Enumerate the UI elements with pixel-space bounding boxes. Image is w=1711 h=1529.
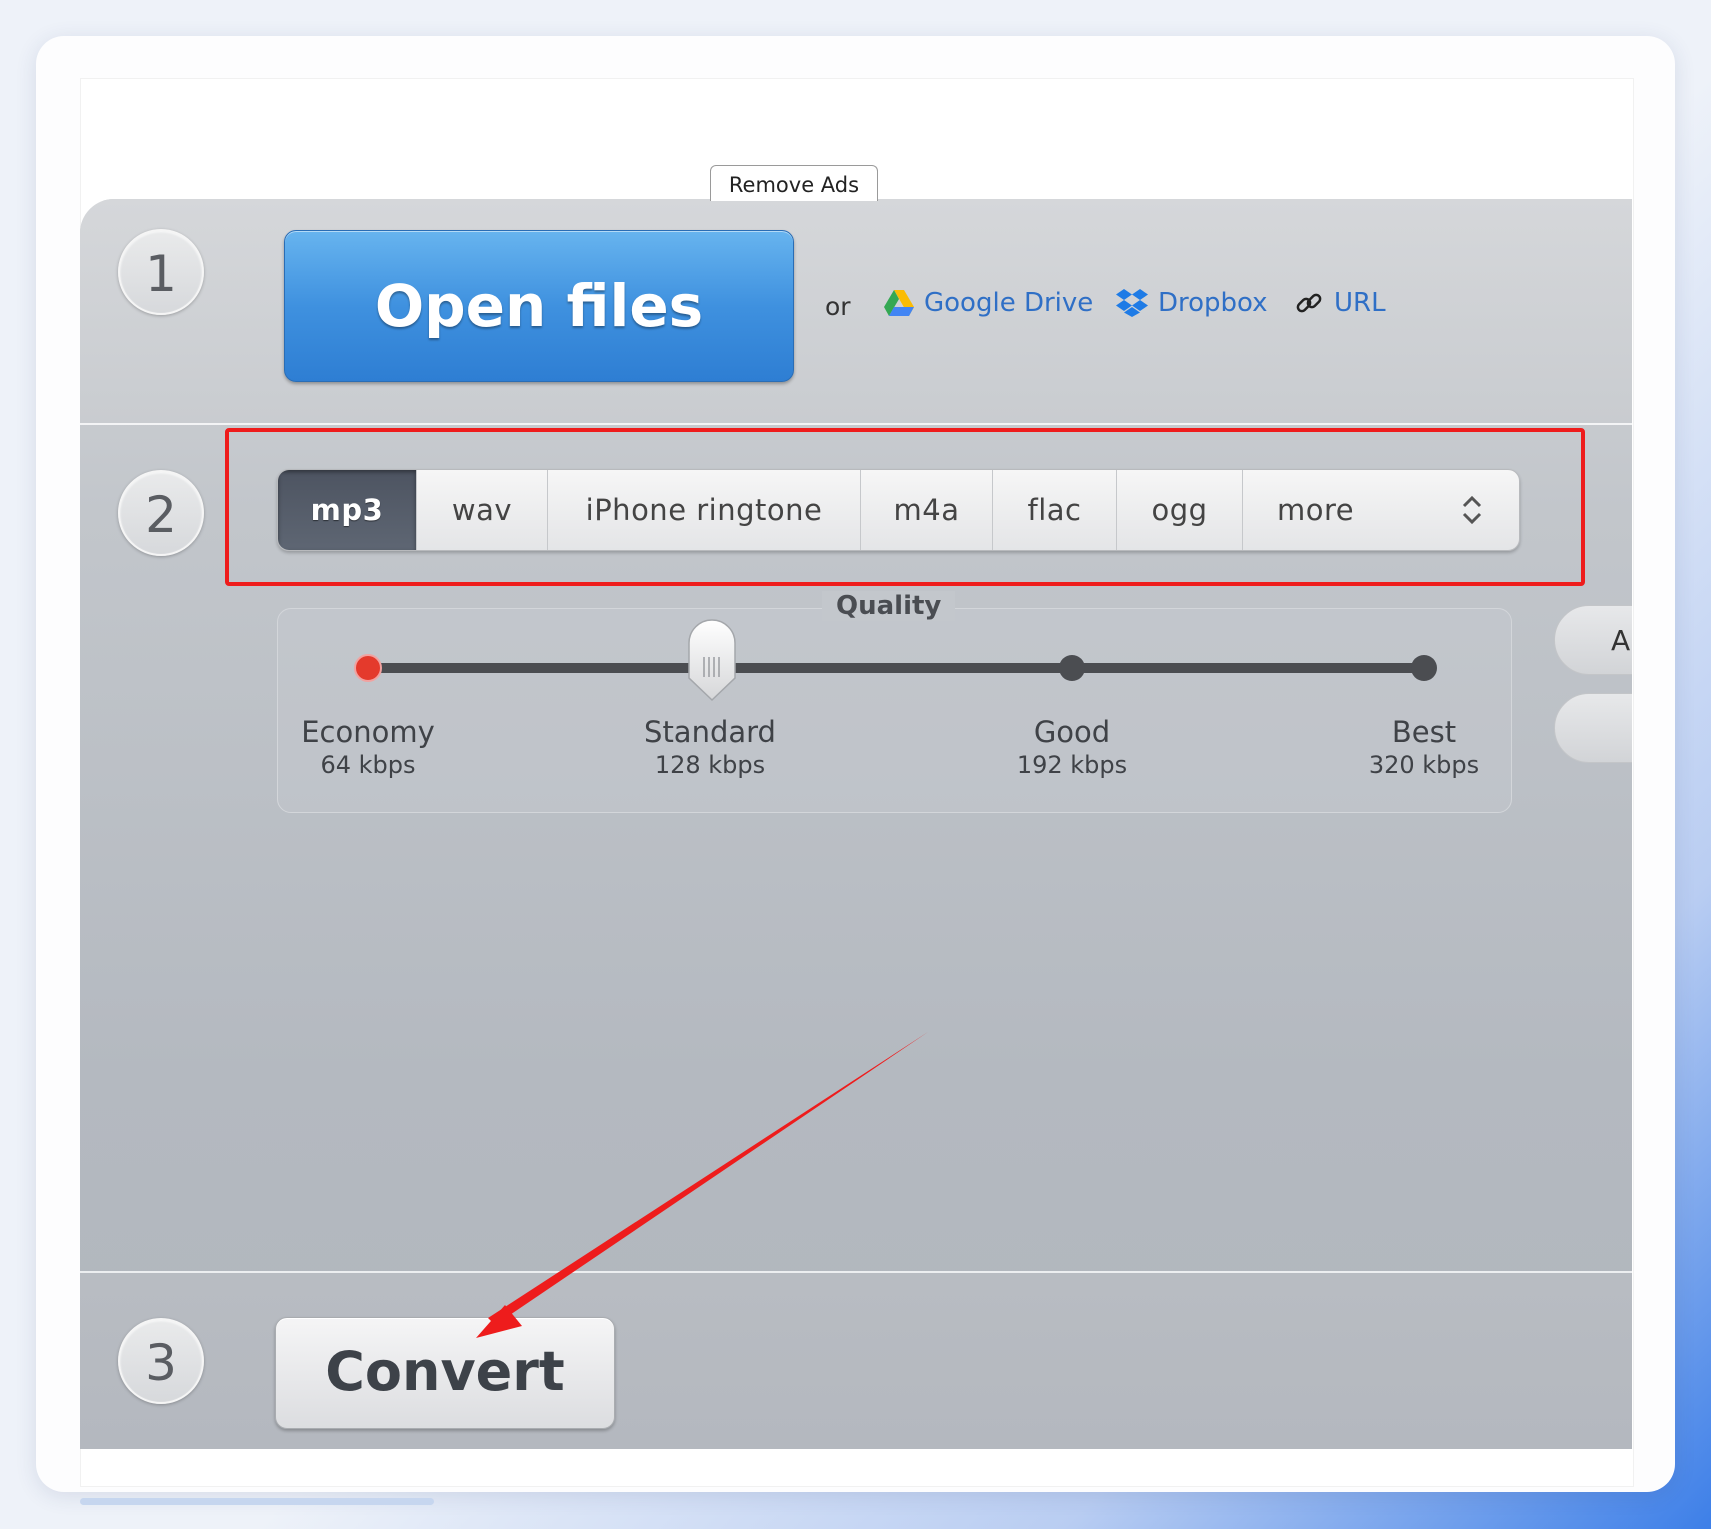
quality-economy-bitrate: 64 kbps: [320, 751, 416, 779]
advanced-settings-button[interactable]: A: [1554, 605, 1632, 675]
remove-ads-tab[interactable]: Remove Ads: [710, 165, 878, 201]
quality-economy-name: Economy: [301, 715, 435, 749]
quality-best-name: Best: [1391, 715, 1457, 749]
side-option-button[interactable]: [1554, 693, 1632, 763]
quality-good-name: Good: [1033, 715, 1111, 749]
step3-badge: 3: [118, 1318, 204, 1404]
slider-stop-best[interactable]: [1411, 655, 1437, 681]
slider-stop-good[interactable]: [1059, 655, 1085, 681]
quality-best[interactable]: Best 320 kbps: [1334, 715, 1514, 779]
quality-standard-name: Standard: [644, 715, 776, 749]
quality-good[interactable]: Good 192 kbps: [982, 715, 1162, 779]
slider-stop-economy[interactable]: [354, 654, 382, 682]
quality-standard-bitrate: 128 kbps: [654, 751, 766, 779]
quality-good-bitrate: 192 kbps: [1016, 751, 1128, 779]
slider-thumb[interactable]: [688, 619, 736, 702]
quality-best-bitrate: 320 kbps: [1368, 751, 1480, 779]
progress-underline: [80, 1498, 434, 1505]
quality-standard[interactable]: Standard 128 kbps: [620, 715, 800, 779]
quality-economy[interactable]: Economy 64 kbps: [278, 715, 458, 779]
convert-button[interactable]: Convert: [275, 1317, 615, 1429]
converter-panel: 1 Open files or Google Drive Dropbox URL…: [80, 199, 1632, 1449]
quality-slider[interactable]: [80, 199, 1632, 919]
